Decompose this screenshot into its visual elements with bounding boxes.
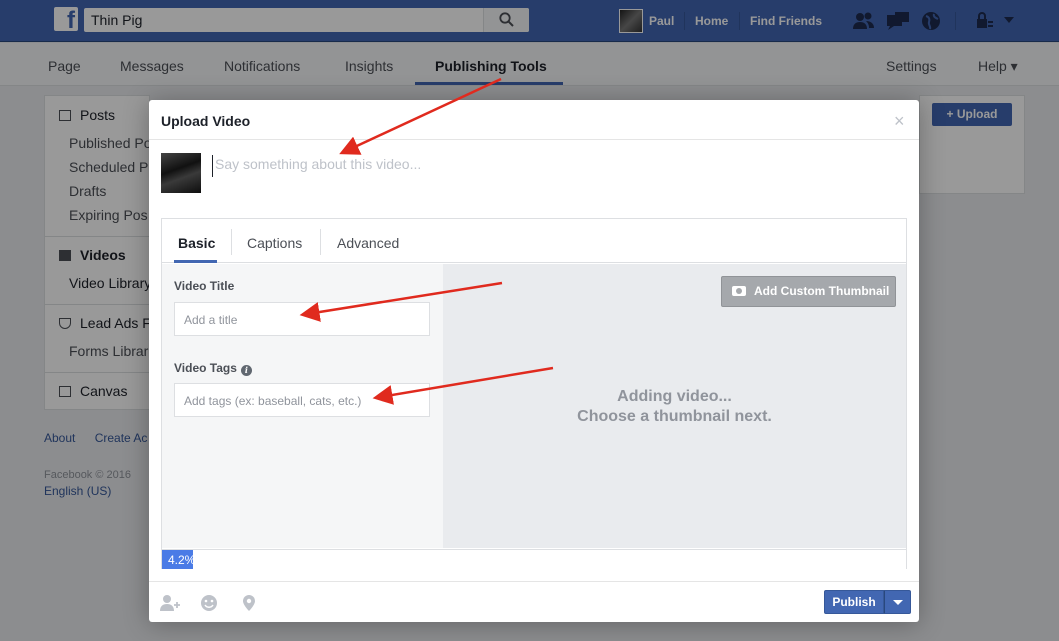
video-tags-label-row: Video Tags i <box>174 361 252 376</box>
feeling-emoji-icon[interactable] <box>200 594 218 612</box>
tag-people-icon[interactable] <box>160 594 180 612</box>
video-tags-label: Video Tags <box>174 361 237 375</box>
tab-divider <box>320 229 321 255</box>
publish-options-dropdown[interactable] <box>884 590 911 614</box>
video-title-label: Video Title <box>174 279 235 293</box>
tab-advanced[interactable]: Advanced <box>337 235 399 251</box>
video-title-input[interactable]: Add a title <box>174 302 430 336</box>
tab-basic[interactable]: Basic <box>178 235 215 251</box>
publish-button[interactable]: Publish <box>824 590 884 614</box>
details-form: Video Title Add a title Video Tags i Add … <box>162 264 443 548</box>
add-custom-thumbnail-label: Add Custom Thumbnail <box>754 284 890 298</box>
editor-tabs: Basic Captions Advanced <box>162 219 906 263</box>
video-tags-input[interactable]: Add tags (ex: baseball, cats, etc.) <box>174 383 430 417</box>
location-pin-icon[interactable] <box>242 594 256 612</box>
camera-icon <box>732 286 746 296</box>
add-custom-thumbnail-button[interactable]: Add Custom Thumbnail <box>721 276 896 307</box>
video-details-editor: Basic Captions Advanced Video Title Add … <box>161 218 907 569</box>
dialog-footer <box>149 581 919 622</box>
tab-divider <box>231 229 232 255</box>
dialog-header: Upload Video × <box>149 100 919 140</box>
close-icon[interactable]: × <box>894 112 905 130</box>
upload-progress-bar: 4.2% <box>162 549 906 569</box>
tab-captions[interactable]: Captions <box>247 235 302 251</box>
adding-video-text: Adding video... <box>617 388 732 405</box>
dialog-title: Upload Video <box>161 113 251 129</box>
upload-progress-text: 4.2% <box>168 553 196 567</box>
video-thumbnail <box>161 153 201 193</box>
processing-message: Adding video... Choose a thumbnail next. <box>443 387 906 427</box>
choose-thumbnail-text: Choose a thumbnail next. <box>577 408 772 425</box>
upload-video-dialog: Upload Video × Say something about this … <box>149 100 919 622</box>
info-icon[interactable]: i <box>240 365 252 376</box>
active-tab-indicator <box>174 260 217 263</box>
video-description-input[interactable]: Say something about this video... <box>212 155 902 177</box>
